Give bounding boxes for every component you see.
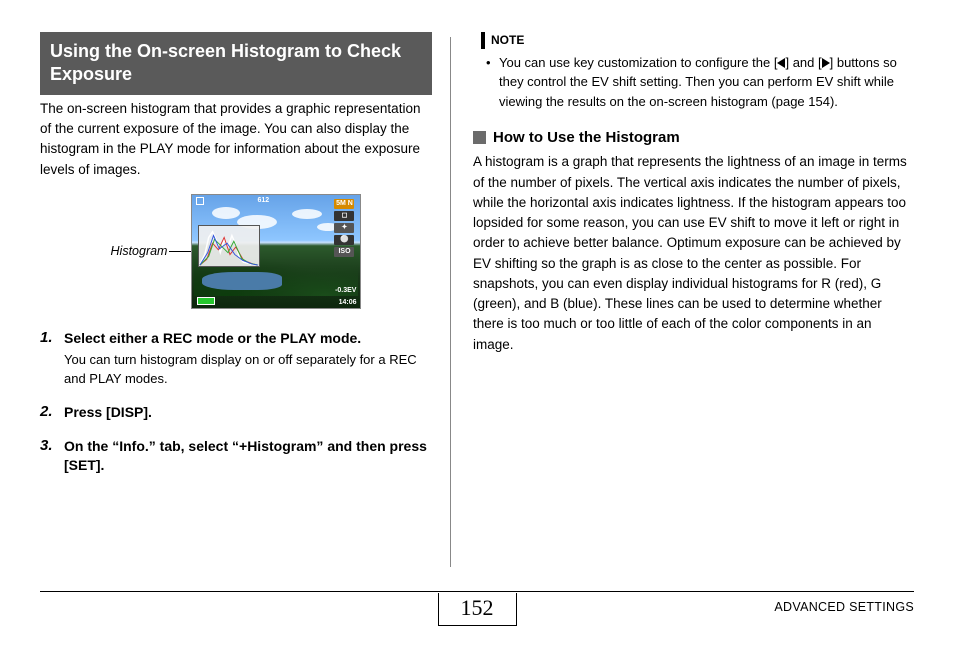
note-list: You can use key customization to configu… <box>481 53 914 112</box>
figure-label-col: Histogram <box>111 244 192 258</box>
histogram-body: A histogram is a graph that represents t… <box>473 152 914 355</box>
right-arrow-icon <box>822 58 830 68</box>
histogram-overlay-icon <box>198 225 260 267</box>
step-1-head: Select either a REC mode or the PLAY mod… <box>64 329 432 349</box>
overlay-right-icons: 5M N ◻ ✦ ⚪ ISO <box>334 199 356 257</box>
steps-list: Select either a REC mode or the PLAY mod… <box>40 329 432 476</box>
sub-heading-text: How to Use the Histogram <box>493 129 680 146</box>
note-label: NOTE <box>481 32 914 49</box>
section-header: Using the On-screen Histogram to Check E… <box>40 32 432 95</box>
overlay-time: 14:06 <box>339 299 357 306</box>
right-column: NOTE You can use key customization to co… <box>451 32 914 572</box>
camera-preview: 612 5M N ◻ ✦ ⚪ ISO -0.3EV 14:06 <box>191 194 361 309</box>
battery-icon <box>197 297 215 305</box>
footer-row: 152 ADVANCED SETTINGS <box>40 592 914 626</box>
rec-frame-icon <box>196 197 204 205</box>
overlay-top-number: 612 <box>257 197 269 204</box>
step-1: Select either a REC mode or the PLAY mod… <box>40 329 432 389</box>
overlay-icon-3: ⚪ <box>334 235 354 245</box>
overlay-iso: ISO <box>334 247 354 257</box>
overlay-ev: -0.3EV <box>335 287 356 294</box>
step-3: On the “Info.” tab, select “+Histogram” … <box>40 437 432 476</box>
page-number: 152 <box>438 593 517 626</box>
intro-paragraph: The on-screen histogram that provides a … <box>40 99 432 180</box>
footer: 152 ADVANCED SETTINGS <box>40 591 914 626</box>
figure: Histogram 612 <box>40 194 432 309</box>
note-block: NOTE You can use key customization to co… <box>473 32 914 111</box>
note-item: You can use key customization to configu… <box>499 53 914 112</box>
overlay-icon-1: ◻ <box>334 211 354 221</box>
overlay-icon-2: ✦ <box>334 223 354 233</box>
square-bullet-icon <box>473 131 486 144</box>
step-2-head: Press [DISP]. <box>64 403 432 423</box>
footer-section-label: ADVANCED SETTINGS <box>774 600 914 614</box>
content-columns: Using the On-screen Histogram to Check E… <box>40 32 914 572</box>
sub-heading: How to Use the Histogram <box>473 129 914 146</box>
lake-icon <box>202 272 282 290</box>
overlay-badge: 5M N <box>334 199 354 209</box>
figure-label: Histogram <box>111 244 168 258</box>
step-2: Press [DISP]. <box>40 403 432 423</box>
step-1-body: You can turn histogram display on or off… <box>64 351 432 389</box>
note-text-pre: You can use key customization to configu… <box>499 55 777 70</box>
callout-line-icon <box>169 251 191 252</box>
note-text-mid: ] and [ <box>785 55 821 70</box>
step-3-head: On the “Info.” tab, select “+Histogram” … <box>64 437 432 476</box>
left-column: Using the On-screen Histogram to Check E… <box>40 32 450 572</box>
